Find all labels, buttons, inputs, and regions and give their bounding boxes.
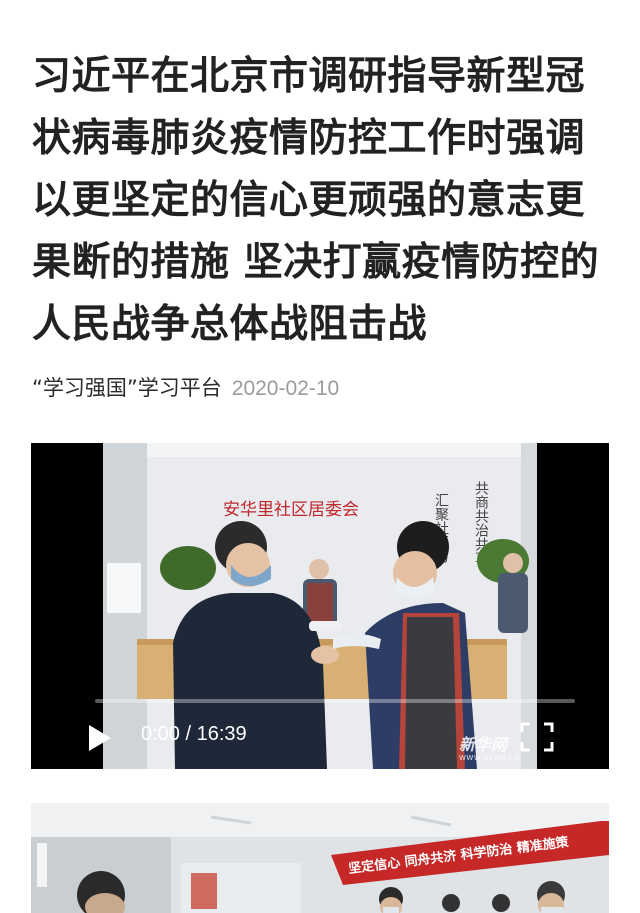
video-current-time: 0:00 — [141, 723, 180, 745]
article-photo[interactable]: 坚定信心 同舟共济 科学防治 精准施策 — [31, 803, 609, 913]
video-frame[interactable]: 安华里社区居委会 汇聚社区力 共商共治共享 — [103, 443, 537, 769]
play-icon[interactable] — [89, 725, 111, 751]
article-source[interactable]: “学习强国”学习平台 — [32, 376, 222, 400]
fullscreen-icon[interactable] — [520, 722, 554, 752]
article-meta: “学习强国”学习平台 2020-02-10 — [32, 372, 339, 402]
video-progress-bar[interactable] — [95, 699, 575, 703]
photo-scene: 坚定信心 同舟共济 科学防治 精准施策 — [31, 803, 609, 913]
video-time-separator: / — [185, 723, 192, 745]
watermark-url: WWW.NEWS.CN — [459, 754, 521, 762]
article-title: 习近平在北京市调研指导新型冠状病毒肺炎疫情防控工作时强调以更坚定的信心更顽强的意… — [32, 54, 600, 347]
article-date: 2020-02-10 — [231, 377, 340, 400]
video-player[interactable]: 安华里社区居委会 汇聚社区力 共商共治共享 0:00 / 16:39 新华网 W… — [31, 443, 609, 769]
watermark-text: 新华网 — [459, 735, 508, 754]
video-duration: 16:39 — [196, 723, 247, 745]
video-time: 0:00 / 16:39 — [141, 723, 247, 746]
xinhua-watermark: 新华网 WWW.NEWS.CN — [459, 731, 520, 762]
scene-sign-text: 安华里社区居委会 — [223, 500, 359, 520]
